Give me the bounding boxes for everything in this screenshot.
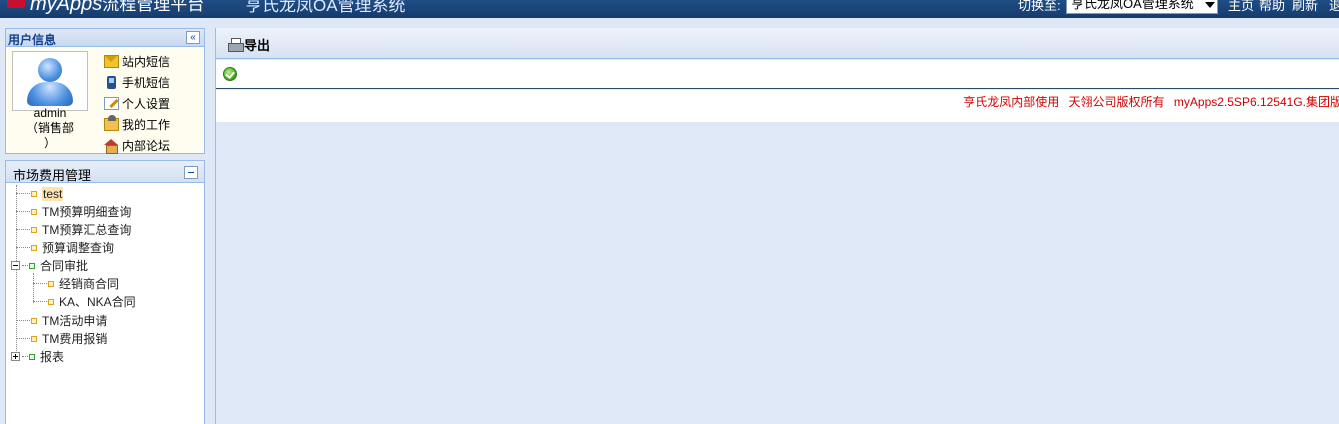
user-dept: （销售部 ） (26, 121, 75, 150)
tree-item-tm-expense[interactable]: TM费用报销 (16, 330, 107, 348)
main-content: 导出 亨氏龙凤内部使用 天翎公司版权所有 myApps2.5SP6.12541G… (215, 28, 1339, 424)
home-link[interactable]: 主页 (1228, 0, 1254, 14)
personal-settings-label: 个人设置 (122, 97, 171, 111)
tree-item-test[interactable]: test (16, 185, 64, 203)
home-icon (104, 139, 119, 154)
tree-item-label: 报表 (40, 350, 65, 364)
printer-icon (228, 37, 244, 52)
user-name: admin (33, 106, 67, 120)
leaf-node-icon (31, 208, 37, 215)
tree-item-label: TM预算汇总查询 (42, 223, 132, 237)
user-links: 站内短信 手机短信 个人设置 我的工作 内部论坛 (104, 51, 170, 156)
forum-link[interactable]: 内部论坛 (104, 135, 170, 156)
sms-link[interactable]: 手机短信 (104, 72, 170, 93)
tree-item-label: TM预算明细查询 (42, 205, 132, 219)
tree-item-label: TM费用报销 (42, 332, 108, 346)
expand-node-icon[interactable] (11, 352, 20, 362)
mail-icon (104, 55, 119, 68)
user-name-block: admin （销售部 ） (12, 106, 88, 151)
user-info-header: 用户信息 « (6, 29, 204, 47)
tree-item-dealer-contract[interactable]: 经销商合同 (33, 275, 119, 293)
tree-connector (16, 338, 30, 340)
phone-icon (107, 76, 116, 89)
user-info-title: 用户信息 (8, 33, 57, 47)
tree-item-label: 预算调整查询 (42, 241, 115, 255)
tree-item-label: test (42, 187, 64, 201)
tree-item-tm-activity[interactable]: TM活动申请 (16, 312, 107, 330)
collapse-node-icon[interactable] (11, 261, 20, 271)
tree-connector (16, 193, 30, 195)
tree-connector (22, 356, 28, 358)
tree-item-label: KA、NKA合同 (59, 295, 136, 309)
tree-connector (16, 229, 30, 231)
success-check-icon (223, 67, 237, 81)
system-switch-select[interactable]: 亨氏龙凤OA管理系统 (1066, 0, 1218, 14)
collapse-menu-button[interactable] (184, 166, 198, 179)
logout-link[interactable]: 退 (1329, 0, 1339, 14)
my-work-label: 我的工作 (122, 118, 171, 132)
leaf-node-icon (48, 298, 54, 305)
help-link[interactable]: 帮助 (1259, 0, 1285, 14)
folder-node-icon (29, 262, 35, 269)
tree-connector (33, 283, 47, 285)
my-work-link[interactable]: 我的工作 (104, 114, 170, 135)
switch-label: 切换至: (1018, 0, 1061, 13)
folder-icon (104, 115, 119, 131)
tree-connector (16, 320, 30, 322)
leaf-node-icon (31, 226, 37, 233)
user-avatar-body (27, 82, 73, 106)
export-label: 导出 (244, 37, 271, 53)
leaf-node-icon (31, 317, 37, 324)
copyright-internal-use: 亨氏龙凤内部使用 (963, 95, 1060, 109)
system-title: 亨氏龙凤OA管理系统 (245, 0, 406, 15)
leaf-node-icon (31, 244, 37, 251)
copyright-text: 亨氏龙凤内部使用 天翎公司版权所有 myApps2.5SP6.12541G.集团… (957, 93, 1339, 110)
tree-item-label: 合同审批 (40, 259, 89, 273)
leaf-node-icon (31, 190, 37, 197)
internal-message-link[interactable]: 站内短信 (104, 51, 170, 72)
export-button[interactable]: 导出 (228, 35, 270, 53)
tree-item-contract-approval[interactable]: 合同审批 (11, 257, 88, 275)
chevron-down-icon (1205, 2, 1215, 8)
top-bar: myApps流程管理平台 亨氏龙凤OA管理系统 切换至: 亨氏龙凤OA管理系统 … (0, 0, 1339, 18)
personal-settings-link[interactable]: 个人设置 (104, 93, 170, 114)
leaf-node-icon (48, 280, 54, 287)
avatar (12, 51, 88, 111)
tree-connector (33, 301, 47, 303)
tree-item-reports[interactable]: 报表 (11, 348, 64, 366)
leaf-node-icon (31, 335, 37, 342)
tree-connector (16, 247, 30, 249)
tree-item-label: 经销商合同 (59, 277, 120, 291)
sms-label: 手机短信 (122, 76, 171, 90)
menu-panel-title: 市场费用管理 (13, 168, 92, 183)
user-avatar-icon (38, 58, 62, 82)
tree-item-tm-budget-summary[interactable]: TM预算汇总查询 (16, 221, 131, 239)
brand-logo-icon (7, 0, 25, 8)
folder-node-icon (29, 353, 35, 360)
collapse-panel-button[interactable]: « (186, 31, 200, 44)
tree-connector (16, 211, 30, 213)
forum-label: 内部论坛 (122, 139, 171, 153)
menu-panel: 市场费用管理 test TM预算明细查询 TM预算汇总查询 预算调整查询 合同审… (5, 160, 205, 424)
refresh-link[interactable]: 刷新 (1292, 0, 1318, 14)
internal-message-label: 站内短信 (122, 55, 171, 69)
tree-item-ka-contract[interactable]: KA、NKA合同 (33, 293, 136, 311)
status-row (216, 60, 1339, 89)
tree-connector (22, 265, 28, 267)
settings-edit-icon (104, 97, 119, 110)
footer-row: 亨氏龙凤内部使用 天翎公司版权所有 myApps2.5SP6.12541G.集团… (216, 90, 1339, 122)
toolbar: 导出 (216, 28, 1339, 59)
copyright-owner: 天翎公司版权所有 (1068, 95, 1165, 109)
tree-item-budget-adjust[interactable]: 预算调整查询 (16, 239, 114, 257)
tree-item-tm-budget-detail[interactable]: TM预算明细查询 (16, 203, 131, 221)
brand-title: myApps流程管理平台 (30, 0, 205, 15)
copyright-version: myApps2.5SP6.12541G.集团版 (1173, 95, 1339, 109)
user-info-panel: 用户信息 « admin （销售部 ） 站内短信 手机短信 个人设置 我的工作 … (5, 28, 205, 154)
system-switch-value: 亨氏龙凤OA管理系统 (1071, 0, 1194, 11)
menu-panel-header: 市场费用管理 (6, 161, 204, 183)
tree-item-label: TM活动申请 (42, 314, 108, 328)
